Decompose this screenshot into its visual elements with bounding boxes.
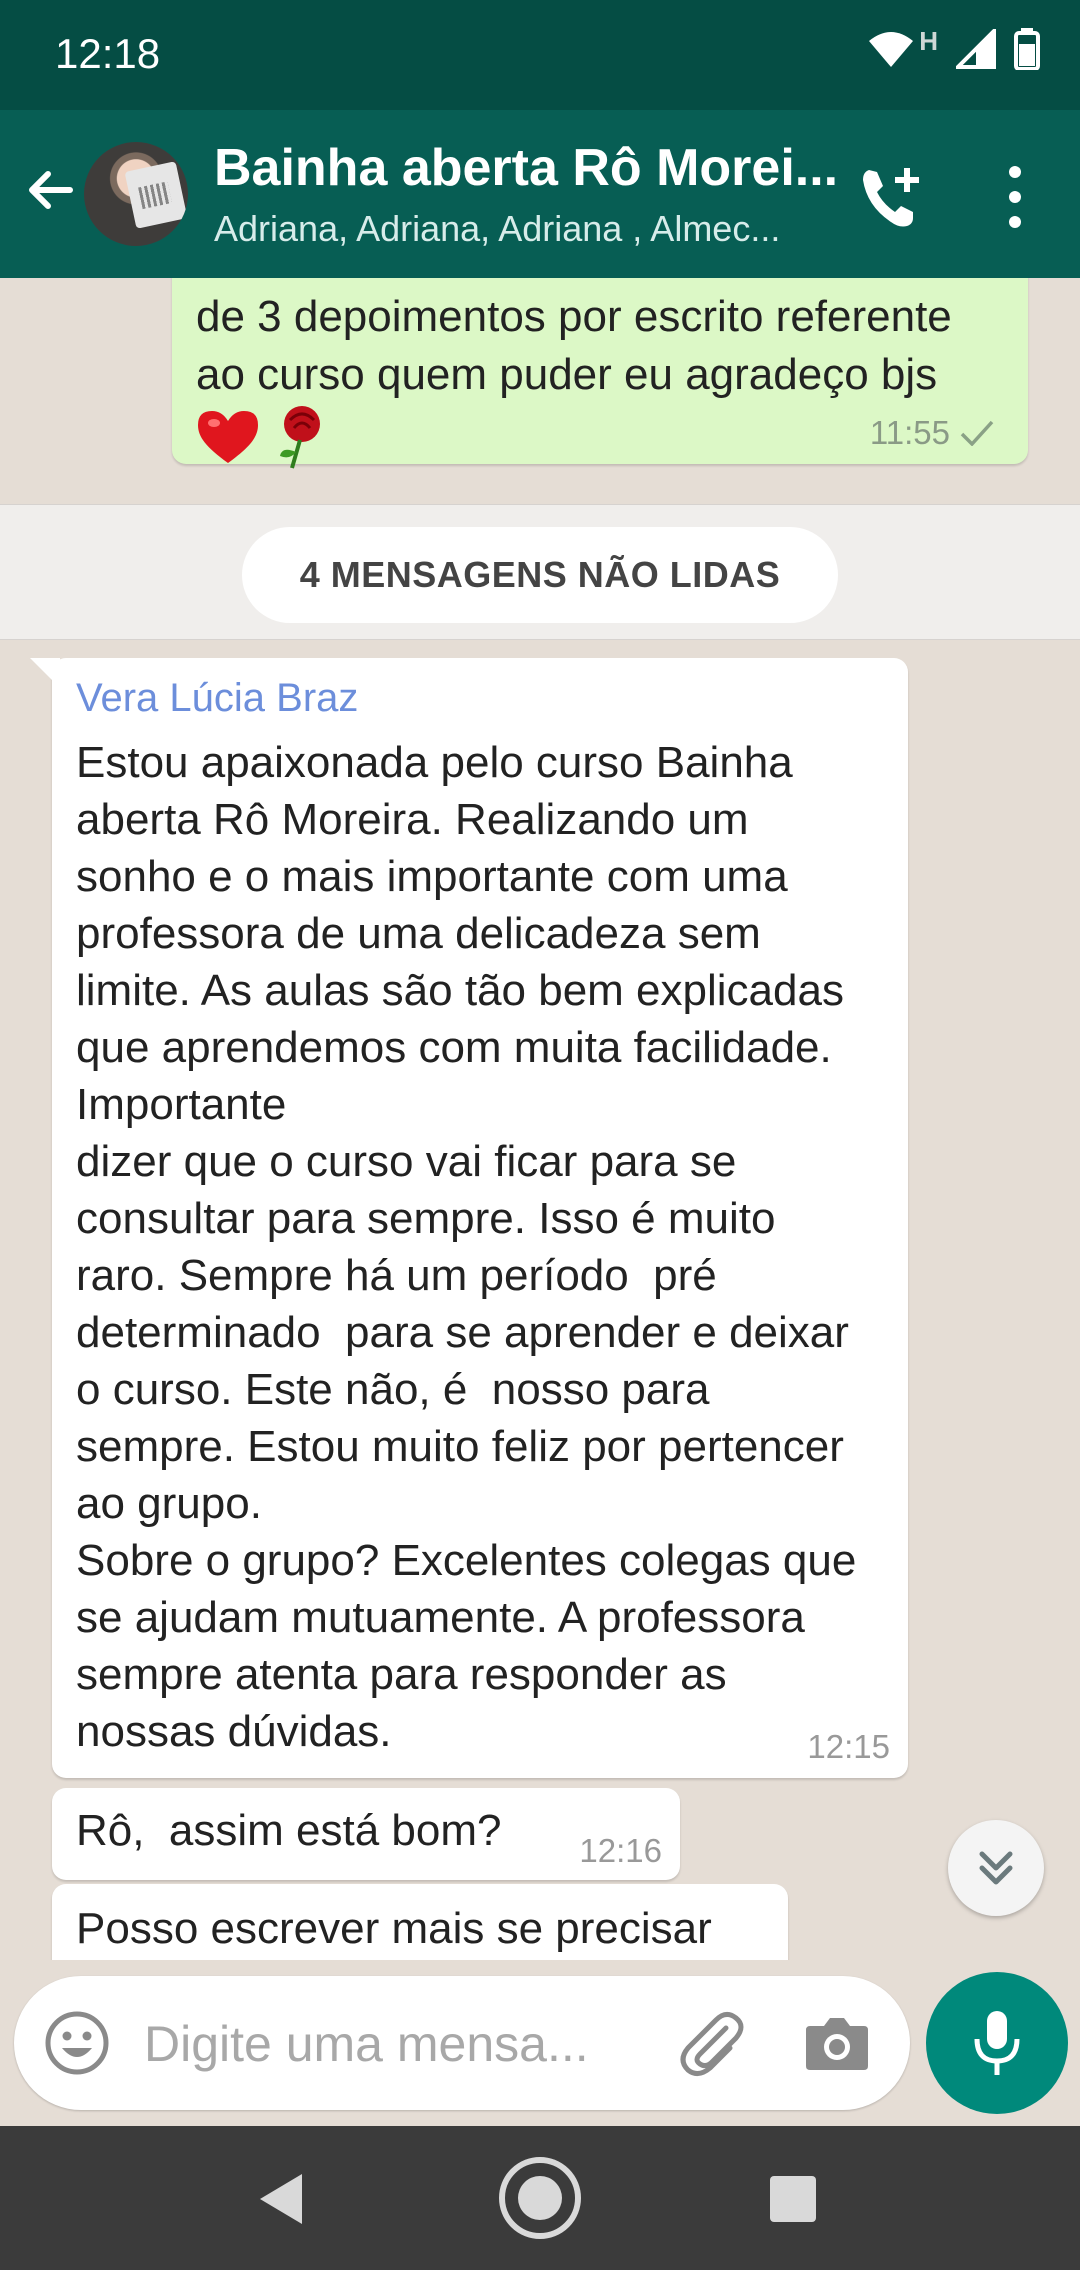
message-input[interactable] (142, 2006, 666, 2082)
cell-signal-icon (956, 29, 996, 69)
chat-title[interactable]: Bainha aberta Rô Morei... (214, 138, 838, 198)
unread-divider: 4 MENSAGENS NÃO LIDAS (0, 504, 1080, 640)
sender-name[interactable]: Vera Lúcia Braz (76, 676, 358, 721)
system-nav-bar (0, 2126, 1080, 2270)
status-bar: 12:18 H (0, 0, 1080, 110)
status-time: 12:18 (55, 30, 161, 77)
red-heart-emoji-icon (198, 411, 258, 463)
outgoing-message-text: de 3 depoimentos por escrito referente a… (196, 292, 952, 399)
nav-back-icon[interactable] (256, 2172, 306, 2226)
emoji-icon[interactable] (44, 2010, 110, 2076)
add-call-icon[interactable] (855, 162, 927, 234)
network-type-label: H (919, 25, 938, 56)
outgoing-message[interactable]: de 3 depoimentos por escrito referente a… (172, 278, 1028, 469)
battery-icon (1014, 28, 1040, 70)
microphone-icon (974, 2011, 1020, 2075)
message-text: Estou apaixonada pelo curso Bainha abert… (76, 738, 857, 1756)
incoming-message[interactable]: Posso escrever mais se precisar (52, 1884, 788, 1960)
chat-participants[interactable]: Adriana, Adriana, Adriana , Almec... (214, 208, 780, 250)
overflow-menu-icon[interactable] (1000, 162, 1030, 232)
wifi-icon (869, 32, 914, 67)
message-time: 12:16 (579, 1832, 662, 1869)
sent-check-icon (960, 420, 994, 446)
paperclip-icon[interactable] (674, 2006, 748, 2080)
incoming-message[interactable]: Rô, assim está bom? 12:16 (52, 1788, 680, 1880)
message-meta: 11:55 (870, 414, 994, 452)
incoming-message[interactable]: Vera Lúcia Braz Estou apaixonada pelo cu… (30, 658, 908, 1778)
message-composer (14, 1976, 910, 2110)
group-avatar[interactable] (84, 142, 188, 246)
rose-emoji-icon (280, 406, 321, 469)
nav-recents-icon[interactable] (770, 2176, 816, 2222)
message-time: 12:15 (807, 1728, 890, 1765)
double-chevron-down-icon (979, 1851, 1013, 1885)
unread-count-label: 4 MENSAGENS NÃO LIDAS (242, 527, 838, 623)
back-arrow-icon[interactable] (20, 160, 80, 220)
scroll-to-bottom-button[interactable] (948, 1820, 1044, 1916)
voice-record-button[interactable] (926, 1972, 1068, 2114)
camera-icon[interactable] (804, 2012, 870, 2072)
message-time: 11:55 (869, 414, 950, 451)
nav-home-icon[interactable] (498, 2156, 582, 2240)
status-icons: H (867, 25, 1040, 70)
message-text: Rô, assim está bom? (76, 1806, 502, 1855)
message-text: Posso escrever mais se precisar (76, 1904, 712, 1953)
message-list[interactable]: de 3 depoimentos por escrito referente a… (0, 278, 1080, 1960)
chat-header: Bainha aberta Rô Morei... Adriana, Adria… (0, 110, 1080, 278)
